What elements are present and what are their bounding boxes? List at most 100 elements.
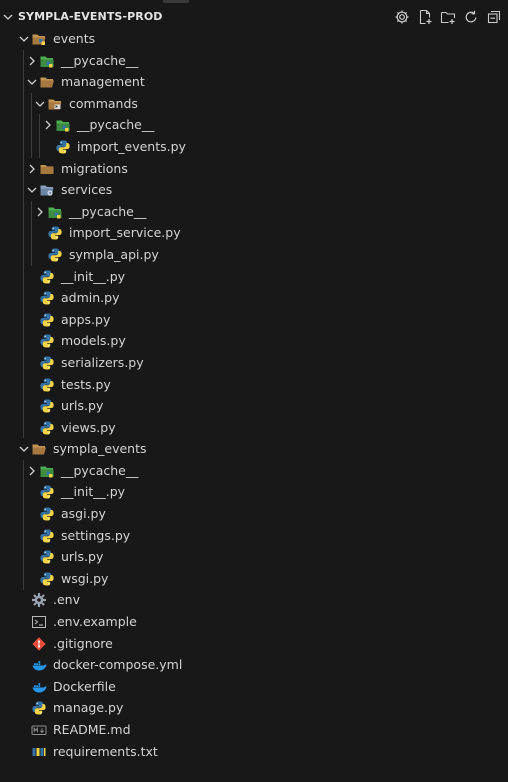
python-file-icon	[40, 399, 54, 413]
chevron-right-icon[interactable]	[40, 117, 56, 133]
tree-item-label: tests.py	[61, 376, 111, 392]
tree-file[interactable]: serializers.py	[0, 352, 508, 374]
folder-open-icon	[32, 444, 46, 455]
chevron-down-icon[interactable]	[16, 31, 32, 47]
tree-file[interactable]: requirements.txt	[0, 741, 508, 763]
requirements-icon	[32, 747, 46, 756]
tree-file[interactable]: .gitignore	[0, 633, 508, 655]
tree-item-label: Dockerfile	[53, 678, 116, 694]
python-file-icon	[48, 226, 62, 240]
new-folder-icon[interactable]	[439, 8, 456, 25]
tree-file[interactable]: __init__.py	[0, 266, 508, 288]
tree-item-label: settings.py	[61, 527, 131, 543]
docker-icon	[32, 682, 47, 693]
tree-item-label: .env	[53, 592, 80, 608]
python-file-icon	[40, 334, 54, 348]
tree-item-label: import_events.py	[77, 138, 186, 154]
tree-item-label: management	[61, 74, 145, 90]
tree-item-label: requirements.txt	[53, 743, 158, 759]
workspace-title[interactable]: SYMPLA-EVENTS-PROD	[18, 10, 163, 23]
pycache-folder-icon	[40, 56, 54, 68]
tree-file[interactable]: wsgi.py	[0, 568, 508, 590]
pycache-folder-icon	[40, 466, 54, 478]
tree-folder[interactable]: __pycache__	[0, 114, 508, 136]
tree-folder[interactable]: events	[0, 28, 508, 50]
chevron-down-icon[interactable]	[24, 182, 40, 198]
markdown-icon	[31, 725, 47, 735]
tree-file[interactable]: views.py	[0, 417, 508, 439]
chevron-down-icon[interactable]	[16, 441, 32, 457]
tree-item-label: events	[53, 31, 96, 46]
chevron-right-icon[interactable]	[24, 53, 40, 69]
tree-folder[interactable]: __pycache__	[0, 460, 508, 482]
chevron-right-icon[interactable]	[24, 161, 40, 177]
chevron-down-icon[interactable]	[0, 9, 16, 25]
terminal-icon	[32, 616, 46, 629]
scroll-indicator[interactable]	[163, 0, 189, 3]
tree-file[interactable]: urls.py	[0, 546, 508, 568]
tree-file[interactable]: manage.py	[0, 697, 508, 719]
tree-file[interactable]: docker-compose.yml	[0, 654, 508, 676]
folder-icon	[40, 164, 54, 174]
tree-file[interactable]: __init__.py	[0, 481, 508, 503]
tree-item-label: asgi.py	[61, 506, 106, 522]
python-file-icon	[32, 701, 46, 715]
tree-item-label: docker-compose.yml	[53, 657, 183, 673]
chevron-down-icon[interactable]	[24, 74, 40, 90]
settings-icon[interactable]	[393, 8, 410, 25]
collapse-all-icon[interactable]	[485, 8, 502, 25]
tree-file[interactable]: sympla_api.py	[0, 244, 508, 266]
tree-file[interactable]: apps.py	[0, 309, 508, 331]
new-file-icon[interactable]	[416, 8, 433, 25]
tree-file[interactable]: README.md	[0, 719, 508, 741]
tree-item-label: migrations	[61, 160, 128, 176]
tree-file[interactable]: admin.py	[0, 287, 508, 309]
python-file-icon	[40, 507, 54, 521]
services-folder-icon	[40, 185, 54, 196]
tree-folder[interactable]: migrations	[0, 158, 508, 180]
tree-folder[interactable]: management	[0, 71, 508, 93]
chevron-right-icon[interactable]	[24, 463, 40, 479]
tree-item-label: __init__.py	[61, 484, 126, 500]
tree-folder[interactable]: sympla_events	[0, 438, 508, 460]
tree-file[interactable]: import_service.py	[0, 222, 508, 244]
tree-item-label: sympla_api.py	[69, 246, 159, 262]
tree-folder[interactable]: __pycache__	[0, 50, 508, 72]
tree-item-label: __pycache__	[61, 462, 139, 478]
tree-file[interactable]: models.py	[0, 330, 508, 352]
python-file-icon	[40, 356, 54, 370]
python-file-icon	[40, 485, 54, 499]
tree-item-label: apps.py	[61, 311, 111, 327]
tree-item-label: urls.py	[61, 398, 104, 414]
python-file-icon	[40, 313, 54, 327]
tree-file[interactable]: asgi.py	[0, 503, 508, 525]
tree-item-label: __pycache__	[61, 52, 139, 68]
tree-folder[interactable]: services	[0, 179, 508, 201]
chevron-down-icon[interactable]	[32, 96, 48, 112]
tree-file[interactable]: Dockerfile	[0, 676, 508, 698]
tree-item-label: __init__.py	[61, 268, 126, 284]
explorer-panel: SYMPLA-EVENTS-PROD events __pycache__ mana…	[0, 0, 508, 782]
tree-file[interactable]: import_events.py	[0, 136, 508, 158]
tree-item-label: __pycache__	[77, 117, 155, 133]
chevron-right-icon[interactable]	[32, 204, 48, 220]
tree-file[interactable]: urls.py	[0, 395, 508, 417]
explorer-header[interactable]: SYMPLA-EVENTS-PROD	[0, 6, 508, 28]
pycache-folder-icon	[56, 120, 70, 132]
tree-file[interactable]: .env	[0, 589, 508, 611]
python-folder-icon	[32, 34, 46, 45]
python-file-icon	[48, 248, 62, 262]
tree-item-label: models.py	[61, 333, 126, 349]
tree-folder[interactable]: commands	[0, 93, 508, 115]
refresh-icon[interactable]	[462, 8, 479, 25]
commands-folder-icon	[48, 99, 62, 110]
tree-item-label: commands	[69, 95, 138, 111]
tree-folder[interactable]: __pycache__	[0, 201, 508, 223]
tree-file[interactable]: .env.example	[0, 611, 508, 633]
python-file-icon	[40, 291, 54, 305]
docker-icon	[32, 661, 47, 671]
tree-file[interactable]: settings.py	[0, 525, 508, 547]
pycache-folder-icon	[48, 207, 62, 219]
tree-item-label: manage.py	[53, 700, 124, 716]
tree-file[interactable]: tests.py	[0, 374, 508, 396]
